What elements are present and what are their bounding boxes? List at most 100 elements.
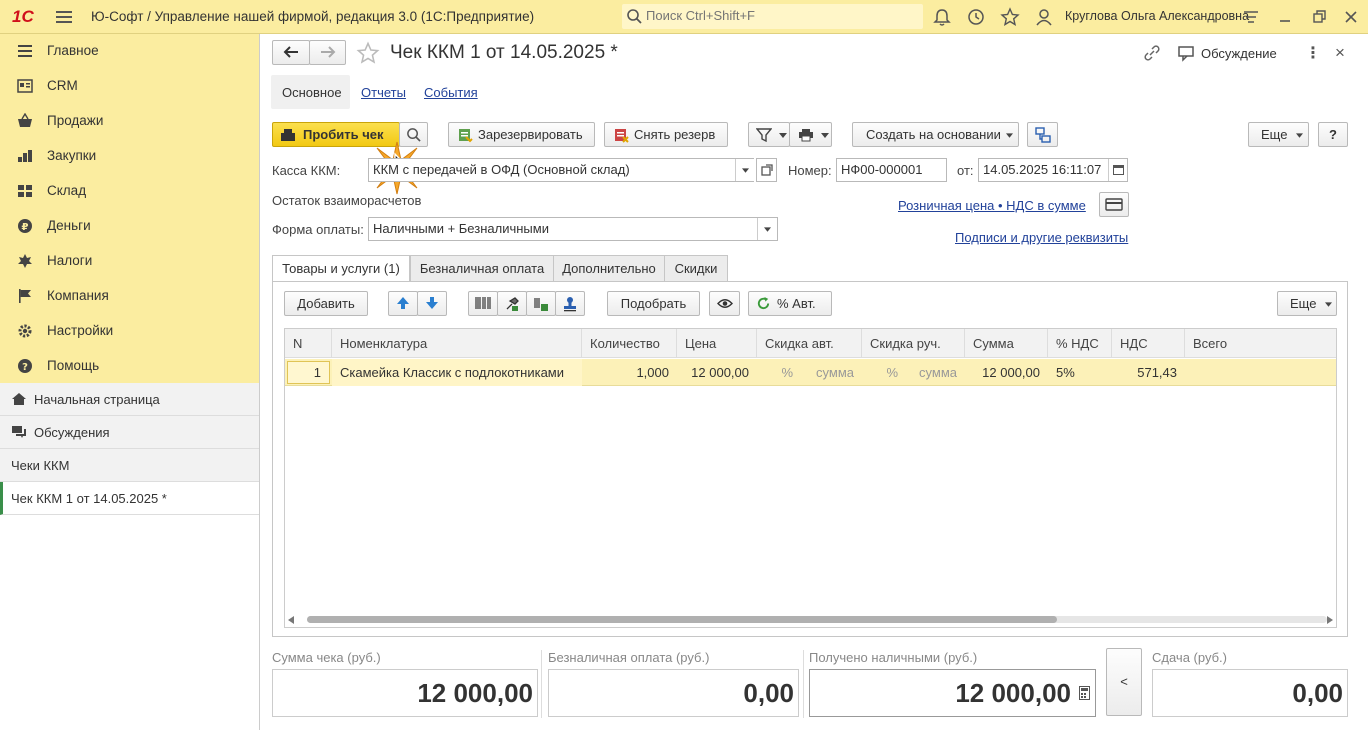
discussion-button[interactable]: Обсуждение: [1201, 46, 1277, 61]
section-company[interactable]: Компания: [0, 279, 259, 314]
settings-menu-icon[interactable]: [1241, 7, 1261, 27]
cell-n[interactable]: 1: [287, 361, 330, 384]
cell-quantity[interactable]: 1,000: [582, 359, 677, 386]
cell-vat[interactable]: 571,43: [1112, 359, 1185, 386]
auto-discount-button[interactable]: % Авт.: [748, 291, 832, 316]
change-calc-button[interactable]: <: [1106, 648, 1142, 716]
add-row-button[interactable]: Добавить: [284, 291, 368, 316]
bell-icon[interactable]: [932, 7, 952, 27]
cell-price[interactable]: 12 000,00: [677, 359, 757, 386]
user-name[interactable]: Круглова Ольга Александровна: [1065, 9, 1249, 23]
nav-checks-list[interactable]: Чеки ККМ: [0, 449, 259, 482]
section-main[interactable]: Главное: [0, 34, 259, 69]
section-money[interactable]: ₽ Деньги: [0, 209, 259, 244]
filter-button[interactable]: [748, 122, 790, 147]
cell-total[interactable]: [1185, 359, 1336, 386]
structure-button[interactable]: [1027, 122, 1058, 147]
nav-discussions[interactable]: Обсуждения: [0, 416, 259, 449]
cell-man-sum[interactable]: сумма: [906, 359, 965, 386]
star-icon[interactable]: [1000, 7, 1020, 27]
section-sales[interactable]: Продажи: [0, 104, 259, 139]
section-taxes[interactable]: Налоги: [0, 244, 259, 279]
col-vat[interactable]: НДС: [1112, 329, 1185, 358]
table-more-button[interactable]: Еще: [1277, 291, 1337, 316]
search-input[interactable]: [646, 8, 906, 23]
section-warehouse[interactable]: Склад: [0, 174, 259, 209]
col-sum[interactable]: Сумма: [965, 329, 1048, 358]
cell-sum[interactable]: 12 000,00: [965, 359, 1048, 386]
barcode-button[interactable]: [468, 291, 498, 316]
tab-goods[interactable]: Товары и услуги (1): [272, 255, 410, 282]
cell-auto-sum[interactable]: сумма: [801, 359, 862, 386]
close-form-icon[interactable]: ×: [1335, 43, 1345, 63]
scroll-left-icon[interactable]: [288, 616, 294, 624]
price-type-link[interactable]: Розничная цена • НДС в сумме: [898, 198, 1086, 213]
tab-discounts[interactable]: Скидки: [664, 255, 728, 282]
show-button[interactable]: [709, 291, 740, 316]
card-button[interactable]: [1099, 192, 1129, 217]
col-quantity[interactable]: Количество: [582, 329, 677, 358]
tab-cashless[interactable]: Безналичная оплата: [410, 255, 554, 282]
more-button[interactable]: Еще: [1248, 122, 1309, 147]
back-button[interactable]: [272, 40, 310, 65]
section-help[interactable]: ? Помощь: [0, 349, 259, 384]
cell-nomenclature[interactable]: Скамейка Классик с подлокотниками: [332, 359, 582, 386]
calculator-icon[interactable]: [1079, 686, 1090, 700]
marking-button[interactable]: [526, 291, 556, 316]
pick-button[interactable]: Подобрать: [607, 291, 700, 316]
history-icon[interactable]: [966, 7, 986, 27]
col-price[interactable]: Цена: [677, 329, 757, 358]
section-settings[interactable]: Настройки: [0, 314, 259, 349]
cash-received-field[interactable]: 12 000,00: [809, 669, 1096, 717]
unreserve-button[interactable]: Снять резерв: [604, 122, 728, 147]
cell-vat-rate[interactable]: 5%: [1048, 359, 1112, 386]
kassa-dropdown[interactable]: [735, 159, 754, 181]
tab-reports[interactable]: Отчеты: [361, 85, 406, 100]
payment-form-field[interactable]: Наличными + Безналичными: [368, 217, 778, 241]
nav-current-check[interactable]: Чек ККМ 1 от 14.05.2025 *: [0, 482, 259, 515]
col-vat-rate[interactable]: % НДС: [1048, 329, 1112, 358]
date-picker-button[interactable]: [1108, 159, 1127, 181]
user-icon[interactable]: [1034, 7, 1054, 27]
forward-button[interactable]: [309, 40, 346, 65]
link-icon[interactable]: [1143, 44, 1161, 62]
move-up-button[interactable]: [388, 291, 418, 316]
col-auto-discount[interactable]: Скидка авт.: [757, 329, 862, 358]
favorite-star-icon[interactable]: [356, 41, 380, 65]
tab-main[interactable]: Основное: [271, 75, 350, 109]
close-icon[interactable]: [1341, 7, 1361, 27]
scroll-thumb[interactable]: [307, 616, 1057, 623]
help-button[interactable]: ?: [1318, 122, 1348, 147]
col-manual-discount[interactable]: Скидка руч.: [862, 329, 965, 358]
scroll-right-icon[interactable]: [1327, 616, 1333, 624]
tab-events[interactable]: События: [424, 85, 478, 100]
col-total[interactable]: Всего: [1185, 329, 1336, 358]
section-purchases[interactable]: Закупки: [0, 139, 259, 174]
col-nomenclature[interactable]: Номенклатура: [332, 329, 582, 358]
kassa-field[interactable]: ККМ с передачей в ОФД (Основной склад): [368, 158, 754, 182]
more-vert-icon[interactable]: ⋮: [1305, 43, 1321, 63]
date-field[interactable]: 14.05.2025 16:11:07: [978, 158, 1128, 182]
scan-button[interactable]: [497, 291, 527, 316]
col-n[interactable]: N: [285, 329, 332, 358]
cell-man-pct[interactable]: %: [862, 359, 906, 386]
section-crm[interactable]: CRM: [0, 69, 259, 104]
signatures-link[interactable]: Подписи и другие реквизиты: [955, 230, 1128, 245]
reserve-button[interactable]: Зарезервировать: [448, 122, 595, 147]
global-search[interactable]: [622, 4, 923, 29]
tab-additional[interactable]: Дополнительно: [553, 255, 665, 282]
payment-dropdown[interactable]: [757, 218, 777, 240]
table-row[interactable]: 1 Скамейка Классик с подлокотниками 1,00…: [285, 359, 1336, 386]
kassa-open-button[interactable]: [756, 158, 777, 182]
print-button[interactable]: [789, 122, 832, 147]
restore-icon[interactable]: [1309, 7, 1329, 27]
number-field[interactable]: НФ00-000001: [836, 158, 947, 182]
minimize-icon[interactable]: [1275, 7, 1295, 27]
hamburger-icon[interactable]: [56, 8, 72, 24]
stamp-button[interactable]: [555, 291, 585, 316]
cell-auto-pct[interactable]: %: [757, 359, 801, 386]
move-down-button[interactable]: [417, 291, 447, 316]
create-based-button[interactable]: Создать на основании: [852, 122, 1019, 147]
horizontal-scrollbar[interactable]: [285, 613, 1336, 627]
nav-home[interactable]: Начальная страница: [0, 383, 259, 416]
